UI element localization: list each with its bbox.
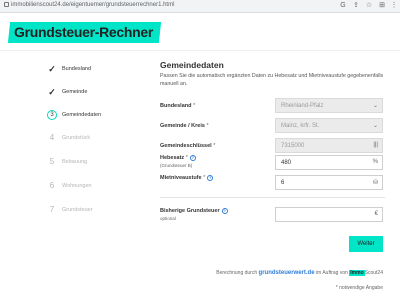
address-bar[interactable]: immobilienscout24.de/eigentuemer/grundst… [4, 2, 174, 8]
lock-icon [4, 2, 9, 7]
step-label: Wohnungen [62, 183, 92, 189]
mietniveaustufe-input[interactable]: 6 ⛁ [275, 175, 383, 190]
percent-icon: % [372, 159, 378, 165]
browser-toolbar: immobilienscout24.de/eigentuemer/grundst… [0, 0, 400, 13]
step-label: Gemeindedaten [62, 112, 102, 118]
step-label: Grundsteuer [62, 207, 93, 213]
google-icon[interactable]: G [339, 2, 347, 10]
step-label: Gemeinde [62, 89, 88, 95]
step-number: 4 [49, 133, 55, 142]
step-bebauung: 5 Bebauung [42, 157, 142, 169]
hebesatz-input[interactable]: 480 % [275, 155, 383, 170]
step-number: 7 [49, 205, 55, 214]
gemeinde-select: Mainz, krfr. St. ⌄ [275, 118, 383, 133]
hebesatz-value: 480 [281, 159, 292, 166]
chevron-down-icon: ⌄ [372, 103, 378, 109]
star-icon[interactable]: ☆ [365, 2, 373, 10]
section-divider [160, 197, 385, 198]
menu-icon[interactable]: ⋮ [390, 2, 398, 10]
bundesland-value: Rheinland-Pfalz [281, 102, 324, 109]
step-number: 6 [49, 181, 55, 190]
share-icon[interactable]: ⇪ [352, 2, 360, 10]
header-divider [0, 50, 400, 51]
step-label: Bebauung [62, 159, 88, 165]
bundesland-label: Bundesland * [160, 103, 196, 109]
hebesatz-sublabel: (Grundsteuer B) [160, 163, 193, 168]
step-label: Bundesland [62, 66, 92, 72]
chevron-down-icon: ⌄ [372, 123, 378, 129]
barcode-icon: ||| [373, 142, 378, 148]
step-gemeindedaten[interactable]: 3 Gemeindedaten [42, 110, 142, 122]
step-label: Grundstück [62, 135, 91, 141]
calculation-credit: Berechnung durch grundsteuerwert.de im A… [216, 270, 383, 276]
gemeindeschluessel-value: 7315000 [281, 142, 305, 149]
bisherige-grundsteuer-sublabel: optional [160, 216, 176, 221]
immoscout-logo: Immo [349, 270, 365, 276]
extensions-icon[interactable]: ⊞ [378, 2, 386, 10]
gemeindeschluessel-label: Gemeindeschlüssel * [160, 143, 216, 149]
checkmark-icon: ✓ [48, 87, 56, 97]
url-text: immobilienscout24.de/eigentuemer/grundst… [11, 2, 175, 8]
form-intro: Passen Sie die automatisch ergänzten Dat… [160, 73, 384, 87]
required-note: * notwendige Angabe [335, 285, 383, 291]
immoscout-logo-suffix: Scout24 [364, 270, 383, 276]
gemeinde-label: Gemeinde / Kreis * [160, 123, 209, 129]
hebesatz-label: Hebesatz *? [160, 155, 196, 161]
checkmark-icon: ✓ [48, 64, 56, 74]
step-wohnungen: 6 Wohnungen [42, 181, 142, 193]
step-bundesland[interactable]: ✓ Bundesland [42, 64, 142, 76]
weiter-button[interactable]: Weiter [349, 236, 383, 252]
bisherige-grundsteuer-input[interactable]: € [275, 207, 383, 222]
info-icon[interactable]: ? [189, 155, 196, 161]
info-icon[interactable]: ? [221, 208, 228, 214]
step-grundsteuer: 7 Grundsteuer [42, 205, 142, 217]
grundsteuerwert-link[interactable]: grundsteuerwert.de [259, 270, 315, 276]
bundesland-select: Rheinland-Pfalz ⌄ [275, 98, 383, 113]
step-grundstueck: 4 Grundstück [42, 133, 142, 145]
step-gemeinde[interactable]: ✓ Gemeinde [42, 87, 142, 99]
form-heading: Gemeindedaten [160, 60, 224, 70]
euro-icon: € [374, 211, 378, 217]
mietniveaustufe-value: 6 [281, 179, 285, 186]
gemeinde-value: Mainz, krfr. St. [281, 122, 320, 129]
mietniveaustufe-label: Mietniveaustufe *? [160, 175, 214, 181]
gemeindeschluessel-field: 7315000 ||| [275, 138, 383, 153]
step-number-badge: 3 [47, 110, 57, 120]
bisherige-grundsteuer-label: Bisherige Grundsteuer? [160, 208, 228, 214]
coins-icon: ⛁ [372, 180, 378, 186]
page-title: Grundsteuer-Rechner [14, 24, 153, 40]
step-number: 5 [49, 157, 55, 166]
info-icon[interactable]: ? [207, 175, 214, 181]
